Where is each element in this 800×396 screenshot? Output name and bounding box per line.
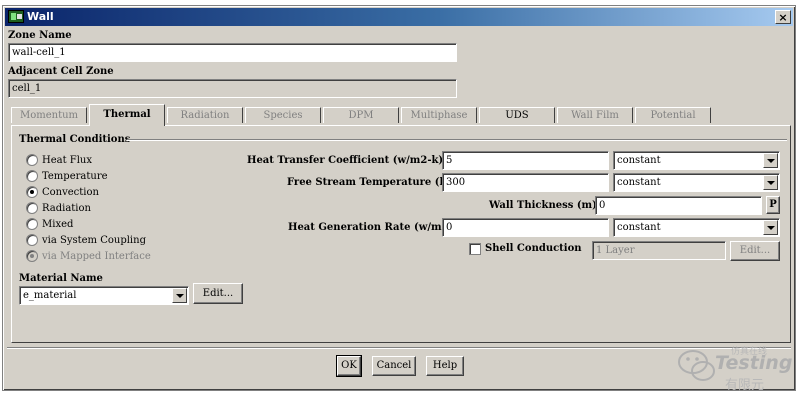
tab-dpm[interactable]: DPM bbox=[323, 107, 399, 123]
mapped-interface-label: via Mapped Interface bbox=[42, 251, 151, 262]
material-value: e_material bbox=[23, 290, 77, 301]
mixed-label: Mixed bbox=[42, 219, 74, 230]
wall-dialog: Wall × Zone Name wall-cell_1 Adjacent Ce… bbox=[2, 5, 798, 393]
material-dropdown-icon[interactable] bbox=[172, 288, 187, 303]
wall-thickness-input[interactable]: 0 bbox=[595, 196, 762, 215]
watermark-logo: 仿真在线 Testing 有限元 bbox=[673, 342, 798, 393]
fst-method-dropdown-icon[interactable] bbox=[763, 175, 778, 190]
thermal-panel: Thermal Conditions Heat Flux Temperature… bbox=[11, 125, 791, 343]
material-name-label: Material Name bbox=[19, 273, 103, 284]
watermark-line2: Testing bbox=[715, 352, 793, 374]
zone-name-input[interactable]: wall-cell_1 bbox=[8, 43, 457, 62]
hgr-method-select[interactable]: constant bbox=[613, 218, 780, 237]
thermal-conditions-label: Thermal Conditions bbox=[19, 134, 131, 145]
hgr-input[interactable]: 0 bbox=[442, 218, 609, 237]
radio-system-coupling[interactable] bbox=[26, 234, 38, 246]
convection-label: Convection bbox=[42, 187, 99, 198]
system-coupling-label: via System Coupling bbox=[42, 235, 146, 246]
tab-potential[interactable]: Potential bbox=[635, 107, 711, 123]
hgr-label: Heat Generation Rate (w/m3) bbox=[288, 222, 454, 233]
group-divider bbox=[127, 139, 787, 141]
radiation-label: Radiation bbox=[42, 203, 91, 214]
htc-input[interactable]: 5 bbox=[442, 151, 609, 170]
tab-bar: Momentum Thermal Radiation Species DPM M… bbox=[11, 104, 791, 126]
fst-method-select[interactable]: constant bbox=[613, 173, 780, 192]
hgr-method-value: constant bbox=[617, 222, 661, 233]
radio-mixed[interactable] bbox=[26, 218, 38, 230]
wall-thickness-profile-button[interactable]: P bbox=[766, 196, 780, 214]
ok-button[interactable]: OK bbox=[336, 355, 362, 377]
htc-method-select[interactable]: constant bbox=[613, 151, 780, 170]
cancel-button[interactable]: Cancel bbox=[372, 356, 416, 376]
tab-radiation[interactable]: Radiation bbox=[167, 107, 243, 123]
zone-name-label: Zone Name bbox=[8, 30, 72, 41]
shell-conduction-checkbox[interactable] bbox=[469, 243, 481, 255]
tab-thermal[interactable]: Thermal bbox=[89, 104, 165, 126]
heat-flux-label: Heat Flux bbox=[42, 155, 93, 166]
window-title: Wall bbox=[27, 10, 54, 23]
tab-momentum[interactable]: Momentum bbox=[11, 107, 87, 123]
watermark-line3: 有限元 bbox=[725, 378, 765, 393]
radio-radiation[interactable] bbox=[26, 202, 38, 214]
tab-species[interactable]: Species bbox=[245, 107, 321, 123]
help-button[interactable]: Help bbox=[426, 356, 464, 376]
shell-edit-button: Edit... bbox=[730, 241, 780, 261]
tab-multiphase[interactable]: Multiphase bbox=[401, 107, 477, 123]
tab-wall-film[interactable]: Wall Film bbox=[557, 107, 633, 123]
material-edit-button[interactable]: Edit... bbox=[193, 283, 243, 304]
material-select[interactable]: e_material bbox=[19, 286, 189, 305]
radio-heat-flux[interactable] bbox=[26, 154, 38, 166]
hgr-method-dropdown-icon[interactable] bbox=[763, 220, 778, 235]
temperature-label: Temperature bbox=[42, 171, 108, 182]
fst-input[interactable]: 300 bbox=[442, 173, 609, 192]
radio-mapped-interface bbox=[26, 250, 38, 262]
fst-label: Free Stream Temperature (k) bbox=[287, 177, 452, 188]
wall-thickness-label: Wall Thickness (m) bbox=[489, 200, 597, 211]
shell-conduction-label: Shell Conduction bbox=[485, 243, 582, 254]
tab-uds[interactable]: UDS bbox=[479, 107, 555, 123]
fst-method-value: constant bbox=[617, 177, 661, 188]
app-icon bbox=[8, 10, 24, 23]
adjacent-cell-zone-label: Adjacent Cell Zone bbox=[8, 66, 114, 77]
htc-method-value: constant bbox=[617, 155, 661, 166]
radio-convection[interactable] bbox=[26, 186, 38, 198]
close-button[interactable]: × bbox=[775, 10, 791, 24]
shell-layers-field: 1 Layer bbox=[592, 241, 726, 260]
htc-label: Heat Transfer Coefficient (w/m2-k) bbox=[247, 155, 444, 166]
htc-method-dropdown-icon[interactable] bbox=[763, 153, 778, 168]
title-bar[interactable]: Wall × bbox=[5, 8, 793, 26]
radio-temperature[interactable] bbox=[26, 170, 38, 182]
adjacent-cell-zone-field: cell_1 bbox=[8, 79, 457, 98]
